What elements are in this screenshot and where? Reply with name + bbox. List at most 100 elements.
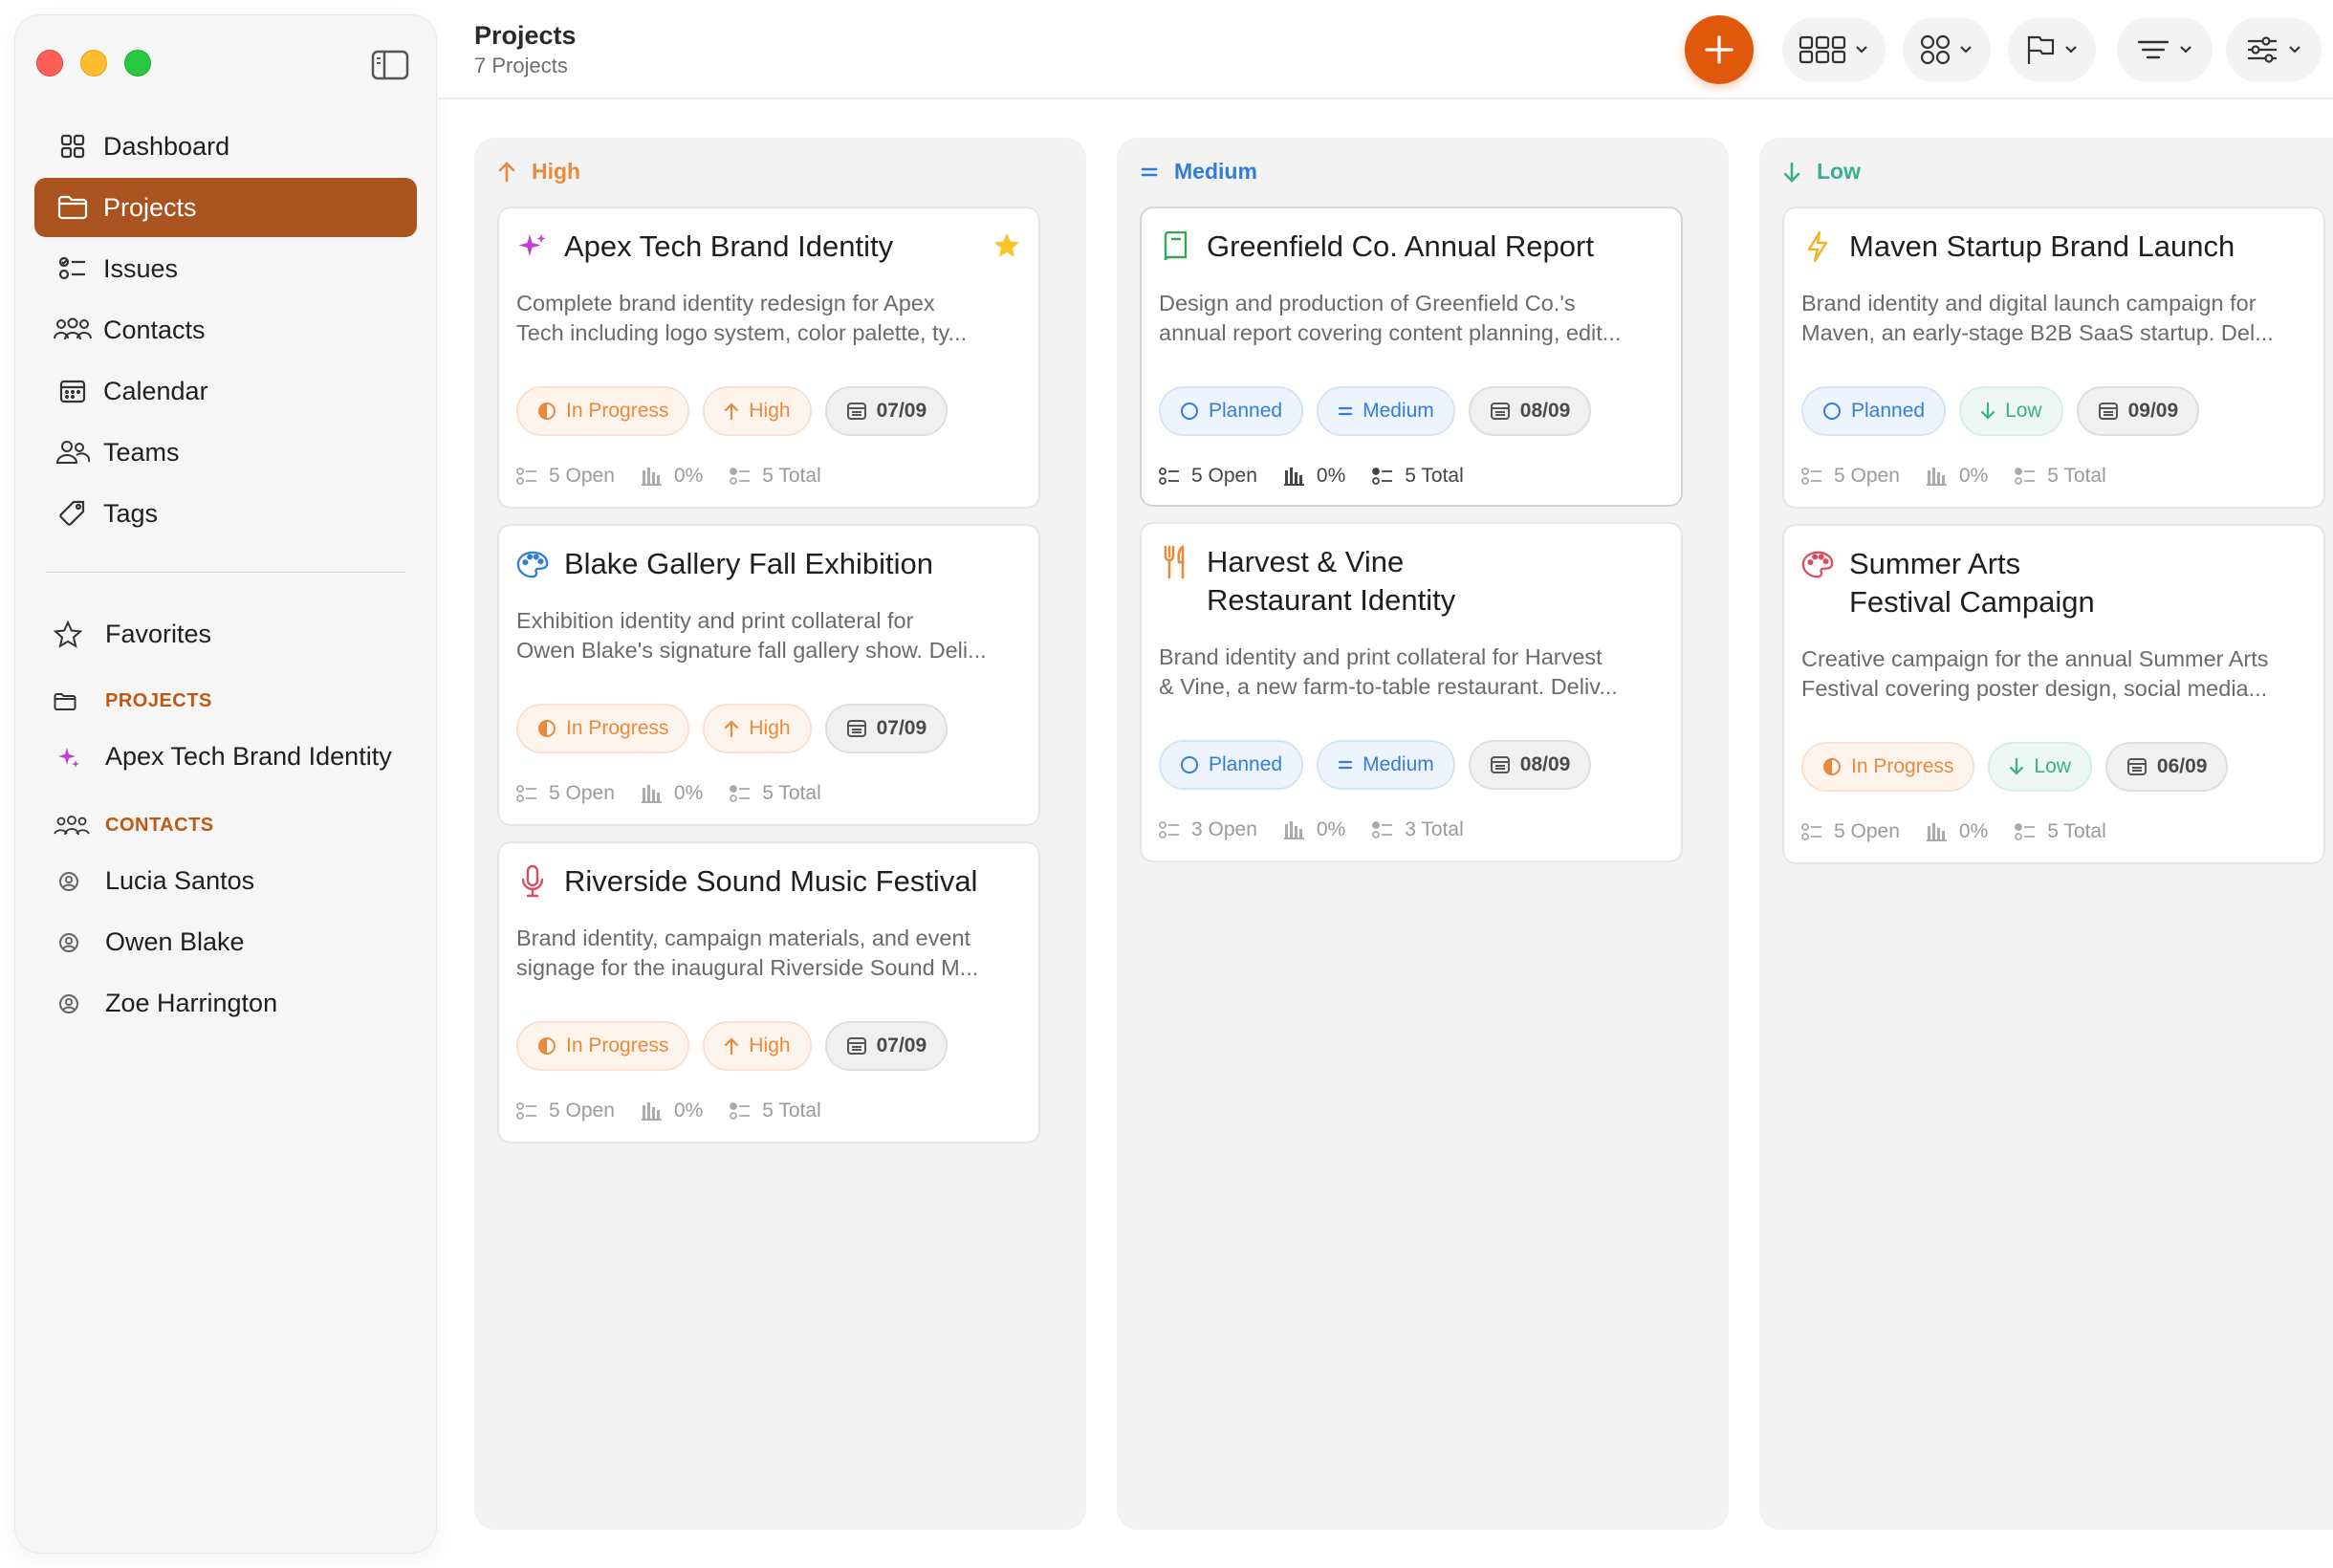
add-project-button[interactable] xyxy=(1685,15,1754,84)
sidebar-toggle-icon[interactable] xyxy=(371,50,409,80)
group-by-button[interactable] xyxy=(1903,17,1991,82)
progress-stat: 0% xyxy=(1926,820,1988,843)
checklist-icon xyxy=(516,1101,537,1121)
open-count-label: 5 Open xyxy=(549,465,615,487)
card-description: Design and production of Greenfield Co.'… xyxy=(1159,289,1675,348)
priority-filter-button[interactable] xyxy=(2008,17,2096,82)
filter-options-button[interactable] xyxy=(2226,17,2322,82)
person-circle-icon xyxy=(54,932,84,953)
card-title-text: Blake Gallery Fall Exhibition xyxy=(564,547,933,580)
bar-chart-icon xyxy=(641,467,663,486)
priority-badge[interactable]: High xyxy=(703,1021,812,1071)
due-date-badge[interactable]: 08/09 xyxy=(1468,740,1592,790)
sidebar-item-tags[interactable]: Tags xyxy=(34,484,417,543)
card-description: Complete brand identity redesign for Ape… xyxy=(516,289,1033,348)
sidebar-item-dashboard[interactable]: Dashboard xyxy=(34,117,417,176)
card-title: Blake Gallery Fall Exhibition xyxy=(516,545,933,583)
due-date-badge[interactable]: 07/09 xyxy=(824,704,948,753)
sidebar-item-projects[interactable]: Projects xyxy=(34,178,417,237)
half-circle-icon xyxy=(538,720,556,737)
project-card[interactable]: Riverside Sound Music Festival Brand ide… xyxy=(497,841,1040,1143)
description-line: Brand identity, campaign materials, and … xyxy=(516,926,971,950)
status-badge[interactable]: In Progress xyxy=(516,1021,690,1071)
card-description: Exhibition identity and print collateral… xyxy=(516,606,1033,665)
project-card[interactable]: Harvest & Vine Restaurant Identity Brand… xyxy=(1140,522,1683,862)
arrow-down-icon xyxy=(1782,161,1801,184)
sliders-icon xyxy=(2248,36,2277,63)
project-card[interactable]: Greenfield Co. Annual Report Design and … xyxy=(1140,207,1683,507)
sidebar-contact-item[interactable]: Owen Blake xyxy=(54,927,245,957)
status-badge[interactable]: In Progress xyxy=(516,386,690,436)
description-line: Maven, an early-stage B2B SaaS startup. … xyxy=(1801,320,2274,345)
open-count-label: 5 Open xyxy=(1834,465,1900,487)
layout-view-button[interactable] xyxy=(1782,17,1886,82)
bolt-icon xyxy=(1801,228,1834,266)
calendar-icon xyxy=(2126,758,2147,775)
description-line: Complete brand identity redesign for Ape… xyxy=(516,291,935,316)
card-title: Summer Arts Festival Campaign xyxy=(1801,545,2095,621)
sidebar-item-issues[interactable]: Issues xyxy=(34,239,417,298)
card-title-line: Harvest & Vine xyxy=(1207,545,1405,578)
card-title-text: Apex Tech Brand Identity xyxy=(564,229,894,263)
status-badge[interactable]: Planned xyxy=(1801,386,1947,436)
total-count: 5 Total xyxy=(2015,465,2106,488)
column-header: High xyxy=(497,159,580,185)
status-label: Planned xyxy=(1209,400,1283,422)
priority-badge[interactable]: High xyxy=(703,704,812,753)
status-badge[interactable]: In Progress xyxy=(1801,742,1975,792)
person-circle-icon xyxy=(54,993,84,1014)
tag-icon xyxy=(54,497,92,530)
sidebar-contact-item[interactable]: Lucia Santos xyxy=(54,866,254,896)
priority-badge[interactable]: Medium xyxy=(1317,740,1455,790)
description-line: Creative campaign for the annual Summer … xyxy=(1801,646,2269,671)
project-card[interactable]: Apex Tech Brand Identity Complete brand … xyxy=(497,207,1040,509)
priority-badge[interactable]: Medium xyxy=(1317,386,1455,436)
due-date-badge[interactable]: 07/09 xyxy=(824,386,948,436)
total-count-label: 3 Total xyxy=(1405,818,1464,840)
sidebar-item-calendar[interactable]: Calendar xyxy=(34,361,417,421)
priority-badge[interactable]: Low xyxy=(1959,386,2063,436)
due-date-badge[interactable]: 08/09 xyxy=(1468,386,1592,436)
card-title: Maven Startup Brand Launch xyxy=(1801,228,2235,266)
group-icon xyxy=(1920,34,1951,65)
circle-icon xyxy=(1823,403,1841,420)
zoom-window-button[interactable] xyxy=(124,50,151,76)
arrow-up-icon xyxy=(725,403,739,421)
status-badge[interactable]: Planned xyxy=(1159,386,1304,436)
due-date-badge[interactable]: 06/09 xyxy=(2104,742,2229,792)
description-line: Brand identity and print collateral for … xyxy=(1159,644,1603,669)
description-line: Brand identity and digital launch campai… xyxy=(1801,291,2257,316)
sidebar-contact-item[interactable]: Zoe Harrington xyxy=(54,989,277,1018)
sidebar-item-contacts[interactable]: Contacts xyxy=(34,300,417,359)
minimize-window-button[interactable] xyxy=(80,50,107,76)
column-header: Low xyxy=(1782,159,1861,185)
project-card[interactable]: Blake Gallery Fall Exhibition Exhibition… xyxy=(497,524,1040,826)
card-description: Brand identity, campaign materials, and … xyxy=(516,924,1033,983)
priority-badge[interactable]: High xyxy=(703,386,812,436)
favorite-star-icon[interactable] xyxy=(992,231,1021,265)
status-badge[interactable]: Planned xyxy=(1159,740,1304,790)
priority-label: Low xyxy=(2034,755,2071,777)
card-title: Harvest & Vine Restaurant Identity xyxy=(1159,543,1455,620)
sidebar-item-favorites[interactable]: Favorites xyxy=(54,620,211,649)
project-card[interactable]: Summer Arts Festival Campaign Creative c… xyxy=(1782,524,2325,864)
calendar-icon xyxy=(1490,756,1510,773)
contact-name: Zoe Harrington xyxy=(105,989,278,1017)
column-title: Medium xyxy=(1174,159,1257,184)
sidebar-favorite-project[interactable]: Apex Tech Brand Identity xyxy=(54,742,392,772)
description-line: & Vine, a new farm-to-table restaurant. … xyxy=(1159,674,1618,699)
people-icon xyxy=(54,314,92,346)
star-outline-icon xyxy=(54,620,92,649)
priority-badge[interactable]: Low xyxy=(1988,742,2092,792)
book-icon xyxy=(1159,228,1191,266)
project-card[interactable]: Maven Startup Brand Launch Brand identit… xyxy=(1782,207,2325,509)
open-count: 5 Open xyxy=(1801,465,1900,488)
close-window-button[interactable] xyxy=(36,50,63,76)
status-badge[interactable]: In Progress xyxy=(516,704,690,753)
card-title-line: Festival Campaign xyxy=(1849,585,2095,619)
sidebar-item-teams[interactable]: Teams xyxy=(34,423,417,482)
project-count: 7 Projects xyxy=(474,54,568,77)
due-date-badge[interactable]: 09/09 xyxy=(2076,386,2200,436)
sort-button[interactable] xyxy=(2117,17,2213,82)
due-date-badge[interactable]: 07/09 xyxy=(824,1021,948,1071)
